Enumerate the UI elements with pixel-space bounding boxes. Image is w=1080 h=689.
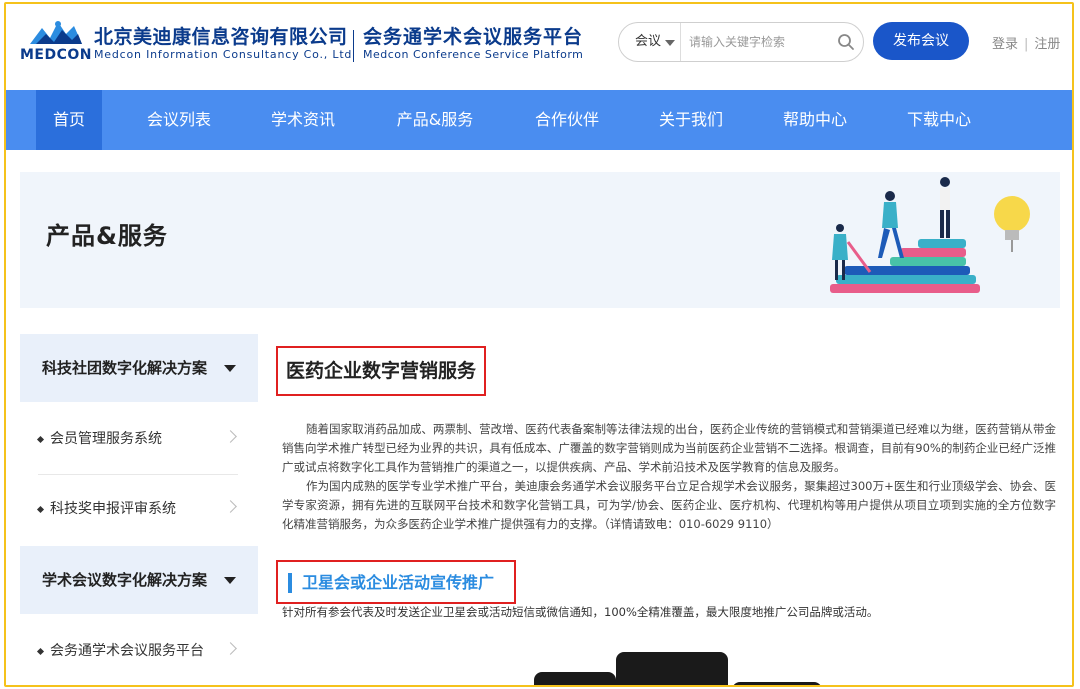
company-name-cn: 北京美迪康信息咨询有限公司 bbox=[94, 26, 348, 48]
main-nav: 首页 会议列表 学术资讯 产品&服务 合作伙伴 关于我们 帮助中心 下载中心 bbox=[6, 90, 1072, 150]
sidebar: 科技社团数字化解决方案 会员管理服务系统 科技奖申报评审系统 学术会议数字化解决… bbox=[20, 334, 258, 685]
triangle-down-icon bbox=[224, 577, 236, 584]
header-divider bbox=[353, 30, 354, 62]
search-bar: 会议 bbox=[618, 22, 864, 62]
nav-item-home[interactable]: 首页 bbox=[36, 90, 102, 150]
sidebar-item-award-review[interactable]: 科技奖申报评审系统 bbox=[20, 474, 258, 544]
bullet-icon bbox=[36, 647, 45, 656]
triangle-down-icon bbox=[224, 365, 236, 372]
chevron-right-icon bbox=[224, 500, 237, 513]
sidebar-item-member-management[interactable]: 会员管理服务系统 bbox=[20, 404, 258, 474]
platform-name: 会务通学术会议服务平台 Medcon Conference Service Pl… bbox=[363, 26, 583, 61]
page-frame: MEDCON 北京美迪康信息咨询有限公司 Medcon Information … bbox=[4, 2, 1074, 687]
caret-down-icon bbox=[665, 40, 675, 46]
bullet-icon bbox=[36, 435, 45, 444]
logo-mark-icon bbox=[30, 21, 82, 44]
sidebar-item-conference-platform[interactable]: 会务通学术会议服务平台 bbox=[20, 616, 258, 685]
nav-item-products-services[interactable]: 产品&服务 bbox=[380, 90, 490, 150]
sidebar-group-academic-conference[interactable]: 学术会议数字化解决方案 bbox=[20, 546, 258, 614]
intro-paragraph-2: 作为国内成熟的医学专业学术推广平台，美迪康会务通学术会议服务平台立足合规学术会议… bbox=[282, 479, 1056, 531]
subsection-heading: 卫星会或企业活动宣传推广 bbox=[276, 560, 516, 604]
company-name: 北京美迪康信息咨询有限公司 Medcon Information Consult… bbox=[94, 26, 352, 61]
publish-conference-button[interactable]: 发布会议 bbox=[873, 22, 969, 60]
nav-item-partners[interactable]: 合作伙伴 bbox=[520, 90, 614, 150]
sidebar-item-label: 会员管理服务系统 bbox=[50, 431, 162, 447]
section-title: 医药企业数字营销服务 bbox=[276, 346, 487, 396]
sidebar-group-title: 学术会议数字化解决方案 bbox=[42, 571, 208, 589]
bullet-icon bbox=[36, 505, 45, 514]
register-link[interactable]: 注册 bbox=[1034, 37, 1060, 52]
logo-wordmark: MEDCON bbox=[20, 47, 93, 63]
search-input[interactable] bbox=[689, 29, 829, 55]
banner-illustration bbox=[830, 177, 1030, 293]
search-type-select[interactable]: 会议 bbox=[619, 23, 681, 61]
subsection-title: 卫星会或企业活动宣传推广 bbox=[302, 573, 495, 592]
device-image-right bbox=[732, 682, 822, 685]
subsection-description: 针对所有参会代表及时发送企业卫星会或活动短信或微信通知，100%全精准覆盖，最大… bbox=[282, 605, 879, 619]
intro-paragraph-1: 随着国家取消药品加成、两票制、营改增、医药代表备案制等法律法规的出台，医药企业传… bbox=[282, 422, 1056, 474]
platform-name-en: Medcon Conference Service Platform bbox=[363, 48, 584, 61]
chevron-right-icon bbox=[224, 430, 237, 443]
device-image-left bbox=[534, 672, 616, 685]
auth-links: 登录 | 注册 bbox=[992, 33, 1060, 52]
device-image-center bbox=[616, 652, 728, 685]
nav-item-academic-news[interactable]: 学术资讯 bbox=[256, 90, 350, 150]
nav-item-about-us[interactable]: 关于我们 bbox=[644, 90, 738, 150]
search-type-label: 会议 bbox=[635, 34, 662, 49]
nav-item-help-center[interactable]: 帮助中心 bbox=[768, 90, 862, 150]
platform-name-cn: 会务通学术会议服务平台 bbox=[363, 26, 584, 48]
login-link[interactable]: 登录 bbox=[992, 37, 1018, 52]
site-header: MEDCON 北京美迪康信息咨询有限公司 Medcon Information … bbox=[6, 4, 1072, 90]
company-name-en: Medcon Information Consultancy Co., Ltd bbox=[94, 48, 353, 61]
page-banner: 产品&服务 bbox=[20, 172, 1060, 308]
nav-item-download-center[interactable]: 下载中心 bbox=[892, 90, 986, 150]
sidebar-item-label: 科技奖申报评审系统 bbox=[50, 501, 176, 517]
nav-item-conference-list[interactable]: 会议列表 bbox=[132, 90, 226, 150]
sidebar-group-tech-society[interactable]: 科技社团数字化解决方案 bbox=[20, 334, 258, 402]
sidebar-group-title: 科技社团数字化解决方案 bbox=[42, 359, 208, 377]
subsection-accent-bar bbox=[288, 573, 292, 593]
sidebar-item-label: 会务通学术会议服务平台 bbox=[50, 643, 204, 659]
page-title: 产品&服务 bbox=[46, 222, 168, 250]
search-icon[interactable] bbox=[837, 33, 855, 51]
auth-separator: | bbox=[1024, 37, 1029, 52]
chevron-right-icon bbox=[224, 642, 237, 655]
medcon-logo[interactable]: MEDCON bbox=[20, 18, 92, 64]
